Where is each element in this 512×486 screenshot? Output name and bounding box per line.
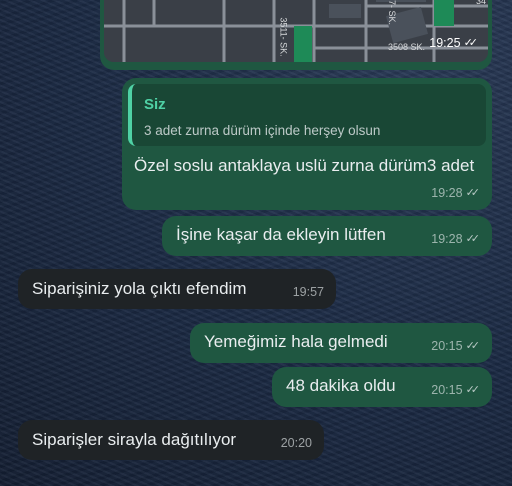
message-time: 20:15: [431, 339, 463, 353]
map-street-label: 3511- SK.: [278, 17, 289, 57]
message-time: 20:15: [431, 383, 463, 397]
message-meta: 19:25 ✓✓: [429, 32, 478, 54]
read-receipt-icon: ✓✓: [465, 340, 481, 352]
location-message-bubble[interactable]: 3507- SK. 3511- SK. 3508 SK. 34 19:25 ✓✓: [100, 0, 492, 70]
message-meta: 19:57: [293, 281, 324, 303]
message-text: İşine kaşar da ekleyin lütfen: [176, 225, 386, 244]
message-time: 19:28: [431, 186, 463, 200]
read-receipt-icon: ✓✓: [465, 233, 481, 245]
map-street-label: 34: [476, 0, 487, 6]
message-time: 19:25: [429, 36, 461, 50]
message-meta: 20:15 ✓✓: [431, 335, 480, 357]
outgoing-message-bubble[interactable]: 48 dakika oldu 20:15 ✓✓: [272, 367, 492, 407]
map-street-label: 3507- SK.: [387, 0, 398, 26]
message-time: 20:20: [280, 436, 312, 450]
map-street-label: 3508 SK.: [388, 42, 426, 52]
message-text: Siparişler sirayla dağıtılıyor: [32, 430, 237, 449]
read-receipt-icon: ✓✓: [465, 187, 481, 199]
quoted-message[interactable]: Siz 3 adet zurna dürüm içinde herşey ols…: [128, 84, 486, 146]
incoming-message-bubble[interactable]: Siparişler sirayla dağıtılıyor 20:20: [18, 420, 324, 460]
message-meta: 20:20: [281, 432, 312, 454]
message-text: 48 dakika oldu: [286, 376, 396, 395]
incoming-message-bubble[interactable]: Siparişiniz yola çıktı efendim 19:57: [18, 269, 336, 309]
quoted-message-text: 3 adet zurna dürüm içinde herşey olsun: [144, 123, 381, 138]
outgoing-message-bubble[interactable]: İşine kaşar da ekleyin lütfen 19:28 ✓✓: [162, 216, 492, 256]
message-text: Yemeğimiz hala gelmedi: [204, 332, 388, 351]
read-receipt-icon: ✓✓: [465, 384, 481, 396]
message-time: 19:28: [431, 232, 463, 246]
reply-message-bubble[interactable]: Siz 3 adet zurna dürüm içinde herşey ols…: [122, 78, 492, 210]
message-meta: 19:28 ✓✓: [431, 182, 480, 204]
location-map-thumbnail[interactable]: 3507- SK. 3511- SK. 3508 SK. 34 19:25 ✓✓: [104, 0, 488, 62]
quoted-message-author: Siz: [144, 96, 166, 113]
message-meta: 20:15 ✓✓: [431, 379, 480, 401]
outgoing-message-bubble[interactable]: Yemeğimiz hala gelmedi 20:15 ✓✓: [190, 323, 492, 363]
message-text: Siparişiniz yola çıktı efendim: [32, 279, 247, 298]
message-text: Özel soslu antaklaya uslü zurna dürüm3 a…: [134, 156, 475, 175]
read-receipt-icon: ✓✓: [463, 37, 479, 49]
message-meta: 19:28 ✓✓: [431, 228, 480, 250]
message-time: 19:57: [292, 285, 324, 299]
